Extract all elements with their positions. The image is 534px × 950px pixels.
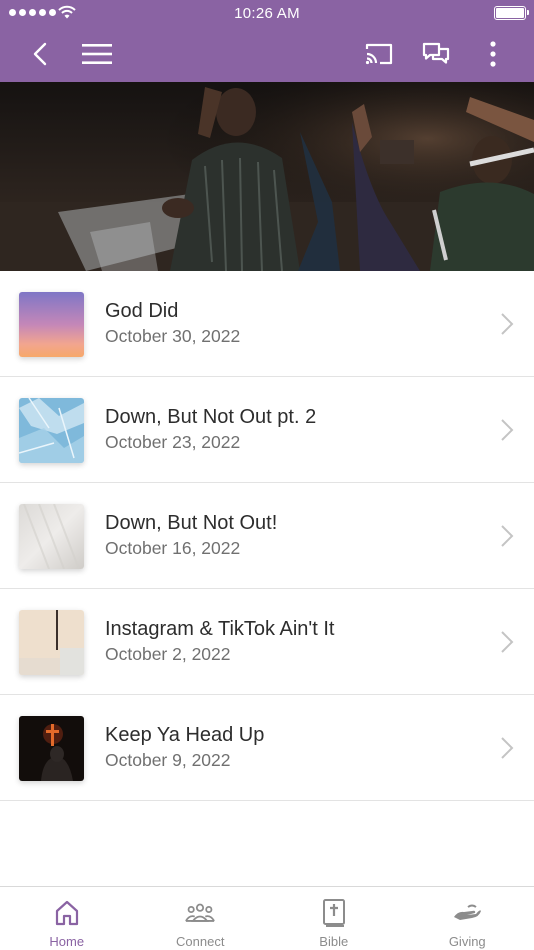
status-bar: 10:26 AM — [0, 0, 534, 26]
battery-icon — [494, 6, 529, 20]
worship-service-photo — [0, 82, 534, 271]
sermon-title: God Did — [105, 300, 179, 322]
sermon-title: Instagram & TikTok Ain't It — [105, 618, 335, 640]
chevron-right-icon — [501, 737, 514, 759]
tab-label: Giving — [448, 934, 486, 949]
sermon-title: Down, But Not Out pt. 2 — [105, 406, 317, 428]
home-icon — [55, 900, 78, 926]
group-icon — [185, 903, 216, 922]
cast-button[interactable] — [359, 34, 399, 74]
sermon-row-instagram-tiktok[interactable]: Instagram & TikTok Ain't It October 2, 2… — [0, 589, 534, 695]
chat-icon — [422, 42, 450, 64]
chevron-right-icon — [501, 313, 514, 335]
nav-bar — [0, 26, 534, 82]
sermon-date: October 9, 2022 — [105, 750, 231, 770]
sermon-title: Down, But Not Out! — [105, 512, 278, 534]
sermon-row-down-but-not-out[interactable]: Down, But Not Out! October 16, 2022 — [0, 483, 534, 589]
sermon-list: God Did October 30, 2022 Down, But Not O… — [0, 271, 534, 801]
sermon-date: October 2, 2022 — [105, 644, 231, 664]
tab-giving[interactable]: Giving — [401, 887, 534, 950]
tab-bar: Home Connect Bible Giving — [0, 886, 534, 950]
tab-label: Connect — [176, 934, 225, 949]
chevron-right-icon — [501, 631, 514, 653]
sermon-title: Keep Ya Head Up — [105, 724, 265, 746]
menu-button[interactable] — [77, 34, 117, 74]
sermon-row-keep-ya-head-up[interactable]: Keep Ya Head Up October 9, 2022 — [0, 695, 534, 801]
header: 10:26 AM — [0, 0, 534, 82]
tab-label: Home — [49, 934, 85, 949]
bible-icon — [322, 899, 345, 927]
sermon-row-god-did[interactable]: God Did October 30, 2022 — [0, 271, 534, 377]
sermon-thumbnail — [19, 610, 84, 675]
sermon-thumbnail — [19, 398, 84, 463]
menu-icon — [82, 44, 112, 64]
back-button[interactable] — [20, 34, 60, 74]
tab-bible[interactable]: Bible — [267, 887, 401, 950]
status-time: 10:26 AM — [234, 5, 300, 22]
sermon-thumbnail — [19, 716, 84, 781]
chevron-right-icon — [501, 419, 514, 441]
more-options-button[interactable] — [473, 34, 513, 74]
sermon-date: October 30, 2022 — [105, 326, 241, 346]
sermon-date: October 23, 2022 — [105, 432, 241, 452]
sermon-date: October 16, 2022 — [105, 538, 241, 558]
giving-hand-icon — [454, 904, 482, 920]
tab-home[interactable]: Home — [0, 887, 134, 950]
cast-icon — [365, 43, 393, 65]
chat-button[interactable] — [416, 34, 456, 74]
sermon-row-down-but-not-out-pt-2[interactable]: Down, But Not Out pt. 2 October 23, 2022 — [0, 377, 534, 483]
more-vertical-icon — [490, 41, 496, 67]
back-icon — [33, 42, 47, 66]
chevron-right-icon — [501, 525, 514, 547]
tab-label: Bible — [319, 934, 349, 949]
sermon-thumbnail — [19, 292, 84, 357]
tab-connect[interactable]: Connect — [134, 887, 268, 950]
sermon-thumbnail — [19, 504, 84, 569]
hero-image — [0, 82, 534, 271]
